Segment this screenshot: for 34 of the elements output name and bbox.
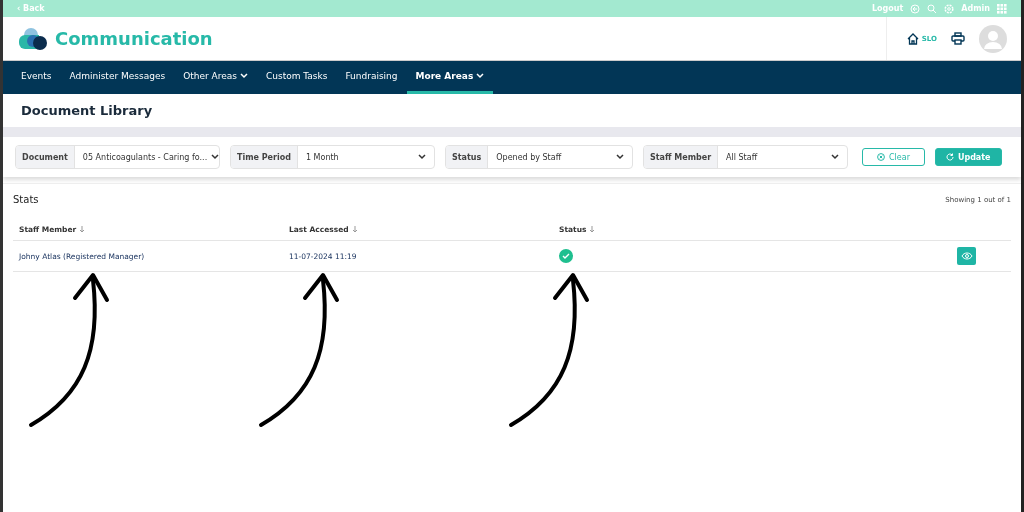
filter-select[interactable]: Staff Member All Staff xyxy=(643,145,848,169)
app-title: Communication xyxy=(55,28,213,49)
chevron-down-icon xyxy=(418,154,426,160)
filter-select[interactable]: Document 05 Anticoagulants - Caring fo... xyxy=(15,145,220,169)
refresh-icon xyxy=(945,153,954,161)
nav-tab[interactable]: Fundraising xyxy=(336,61,407,94)
sort-arrow-icon[interactable] xyxy=(351,226,358,233)
avatar-icon[interactable] xyxy=(979,24,1007,53)
eye-icon xyxy=(960,252,973,260)
sort-arrow-icon[interactable] xyxy=(79,226,86,233)
logout-icon[interactable] xyxy=(910,3,921,14)
sort-arrow-icon[interactable] xyxy=(589,226,596,233)
filter-select[interactable]: Status Opened by Staff xyxy=(445,145,633,169)
nav-tab[interactable]: Other Areas xyxy=(174,61,257,94)
chevron-down-icon xyxy=(616,154,624,160)
chevron-down-icon xyxy=(831,154,839,160)
chevron-down-icon xyxy=(211,154,219,160)
nav-tab[interactable]: Custom Tasks xyxy=(256,61,337,94)
nav-tab[interactable]: Events xyxy=(21,61,61,94)
chevron-down-icon xyxy=(476,73,485,79)
nav-tab[interactable]: Administer Messages xyxy=(60,61,175,94)
nav-tab[interactable]: More Areas xyxy=(406,61,494,94)
chevron-down-icon xyxy=(239,73,248,79)
cloud-logo-icon xyxy=(17,26,49,51)
printer-icon[interactable] xyxy=(951,32,965,45)
filter-select[interactable]: Time Period 1 Month xyxy=(230,145,435,169)
settings-icon[interactable] xyxy=(944,3,955,14)
home-icon[interactable] xyxy=(906,32,919,45)
close-icon xyxy=(877,153,885,161)
search-icon[interactable] xyxy=(927,3,938,14)
apps-grid-icon[interactable] xyxy=(997,3,1007,14)
stats-heading: Stats xyxy=(13,194,39,205)
view-button[interactable] xyxy=(957,247,976,265)
page-title: Document Library xyxy=(20,102,154,120)
